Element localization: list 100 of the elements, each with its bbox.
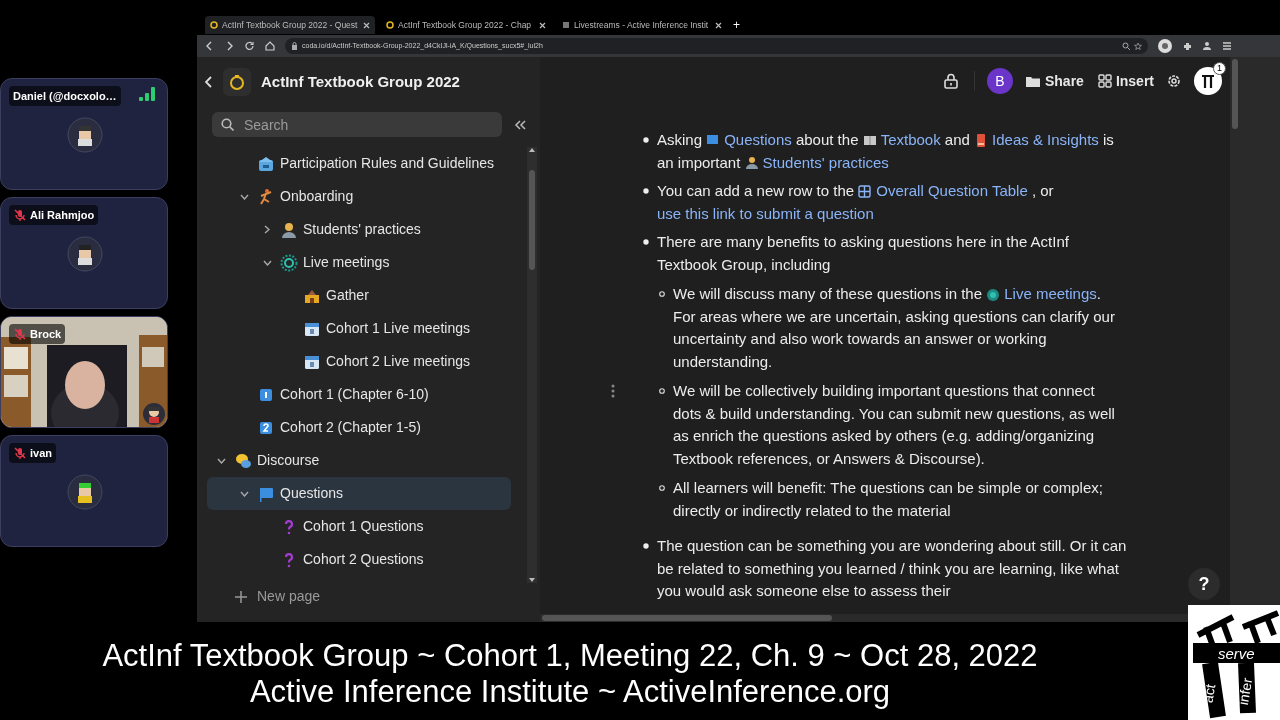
ring-icon	[986, 287, 1001, 301]
sub-bullet-text: All learners will benefit: The questions can be simple or complex; directly or indirectly related to the material	[673, 478, 1104, 521]
sub-bullet-text: We will be collectively building important questions that connect dots & build understanding. You can submit new questions, as well as enrich the questions asked by others (e.g. adding/organizing Textbook references, or Answers & Discourse).	[673, 381, 1116, 469]
avatar-icon	[67, 117, 103, 153]
tree-item[interactable]: Cohort 2 (Chapter 1-5)	[207, 411, 511, 444]
tree-item[interactable]: Cohort 2 Live meetings	[207, 345, 511, 378]
bullet-icon	[643, 543, 649, 549]
name-label: ivan	[9, 443, 56, 463]
tree-item[interactable]: Discourse	[207, 444, 511, 477]
person-icon	[744, 156, 759, 170]
scroll-up-icon[interactable]	[529, 148, 535, 152]
settings-icon[interactable]	[1166, 73, 1182, 89]
tree-item[interactable]: Questions	[207, 477, 511, 510]
reload-icon[interactable]	[245, 41, 255, 51]
scrollbar[interactable]	[529, 170, 535, 270]
tree-item[interactable]: Cohort 1 Questions	[207, 510, 511, 543]
link[interactable]: Textbook	[880, 131, 941, 148]
favicon-icon	[386, 21, 394, 29]
bullet-icon	[643, 137, 649, 143]
favicon-icon	[562, 21, 570, 29]
back-icon[interactable]	[205, 76, 213, 88]
flag-icon	[706, 133, 721, 147]
share-button[interactable]: Share	[1024, 70, 1084, 92]
favicon-icon	[210, 21, 218, 29]
star-icon[interactable]	[1134, 42, 1142, 50]
name-label: Daniel (@docxolo…	[9, 86, 121, 106]
insert-button[interactable]: Insert	[1097, 70, 1154, 92]
user-avatar-icon[interactable]	[1194, 67, 1222, 95]
scrollbar[interactable]	[1232, 59, 1238, 129]
chevron-down-icon[interactable]	[216, 457, 226, 464]
menu-icon[interactable]	[1222, 41, 1232, 51]
book-icon	[862, 133, 877, 147]
avatar-icon	[67, 474, 103, 510]
tab-title: ActInf Textbook Group 2022 - Chap	[398, 18, 533, 32]
bullet-text: The question can be something you are wondering about still. Or it can be related to something you learned / think you are learning, like what you would ask someone else to assess their	[657, 536, 1127, 601]
bullet-text: Asking Questions about the Textbook and Ideas & Insights is an important Students' practices	[657, 130, 1115, 173]
name-label: Brock	[9, 324, 66, 344]
tree-item[interactable]: Gather	[207, 279, 511, 312]
new-page-button[interactable]: New page	[197, 586, 540, 607]
plus-icon	[235, 590, 247, 603]
link[interactable]: Overall Question Table	[876, 182, 1028, 199]
zoom-icon[interactable]	[1122, 42, 1130, 50]
sub-bullet-text: We will discuss many of these questions in the Live meetings. For areas where we are uncertain, asking questions can clarify our uncertainty and also work towards an answer or working understanding.	[673, 284, 1116, 372]
lock-icon	[291, 42, 298, 50]
search-icon	[221, 118, 234, 131]
chevron-right-icon[interactable]	[264, 225, 270, 234]
lock-icon[interactable]	[943, 73, 958, 89]
chevron-down-icon[interactable]	[239, 193, 249, 200]
doc-title: ActInf Textbook Group 2022	[261, 71, 460, 92]
hollow-bullet-icon	[659, 485, 665, 491]
avatar-icon	[143, 403, 165, 425]
help-button[interactable]: ?	[1188, 568, 1220, 600]
tab-title: Livestreams - Active Inference Instit	[574, 18, 710, 32]
notification-badge: 1	[1213, 62, 1226, 75]
avatar-icon	[67, 236, 103, 272]
tree-item[interactable]: Live meetings	[207, 246, 511, 279]
name-label: Ali Rahmjoo	[9, 205, 99, 225]
caption-text: Active Inference Institute ~ ActiveInference.org	[249, 674, 891, 710]
search-field[interactable]: Search	[212, 112, 502, 137]
hollow-bullet-icon	[659, 291, 665, 297]
tree-item[interactable]: Participation Rules and Guidelines	[207, 147, 511, 180]
speech-bubbles-icon	[234, 451, 252, 470]
grid-icon	[1097, 74, 1112, 88]
building-icon	[257, 154, 275, 173]
scrollbar[interactable]	[542, 615, 832, 621]
profile-icon[interactable]	[1158, 39, 1172, 53]
close-icon[interactable]	[715, 21, 722, 29]
forward-icon[interactable]	[225, 41, 235, 51]
link[interactable]: Students' practices	[762, 153, 889, 171]
link[interactable]: Live meetings	[1004, 285, 1097, 302]
tree-item[interactable]: Cohort 2 Questions	[207, 543, 511, 576]
link[interactable]: use this link to submit a question	[657, 204, 874, 222]
link[interactable]: Questions	[724, 131, 792, 148]
close-icon[interactable]	[363, 21, 370, 29]
close-icon[interactable]	[539, 21, 546, 29]
drag-handle-icon[interactable]	[611, 384, 615, 398]
hollow-bullet-icon	[659, 388, 665, 394]
tree-item[interactable]: Onboarding	[207, 180, 511, 213]
tree-item[interactable]: Students' practices	[207, 213, 511, 246]
new-tab-button[interactable]: +	[733, 16, 740, 34]
user-avatar: B	[986, 68, 1013, 94]
collapse-icon[interactable]	[514, 118, 526, 131]
person-icon[interactable]	[1202, 41, 1212, 51]
person-icon	[280, 220, 298, 239]
bullet-icon	[643, 239, 649, 245]
bullet-icon	[643, 188, 649, 194]
scroll-down-icon[interactable]	[529, 578, 535, 582]
tree-item[interactable]: Cohort 1 (Chapter 6-10)	[207, 378, 511, 411]
chevron-down-icon[interactable]	[262, 259, 272, 266]
logo-text: act	[1198, 682, 1220, 705]
link[interactable]: Ideas & Insights	[992, 131, 1099, 148]
caption-text: ActInf Textbook Group ~ Cohort 1, Meeting 22, Ch. 9 ~ Oct 28, 2022	[102, 638, 1038, 674]
bullet-text: There are many benefits to asking questions here in the ActInf Textbook Group, including	[657, 232, 1070, 275]
browser-tab[interactable]: ActInf Textbook Group 2022 - Quest	[205, 16, 375, 34]
table-icon	[858, 184, 873, 198]
tab-title: ActInf Textbook Group 2022 - Quest	[222, 18, 359, 32]
folder-icon	[1024, 74, 1041, 88]
home-icon[interactable]	[265, 41, 275, 51]
chevron-down-icon[interactable]	[239, 490, 249, 497]
tree-item[interactable]: Cohort 1 Live meetings	[207, 312, 511, 345]
